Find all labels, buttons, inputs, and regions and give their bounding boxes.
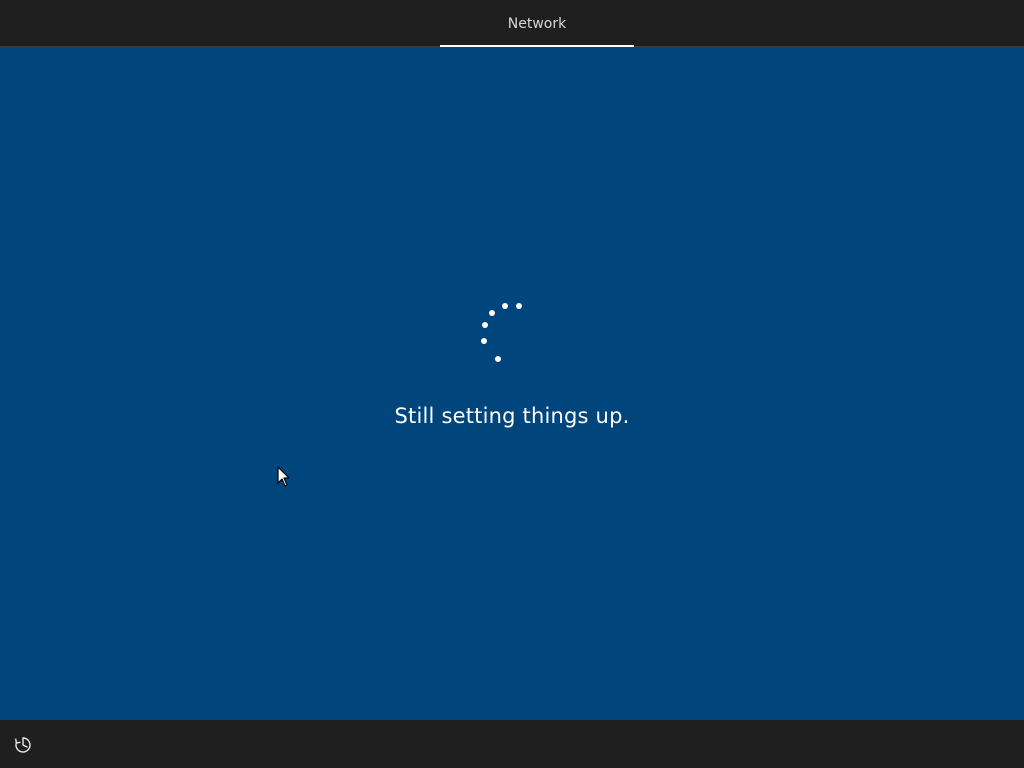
spinner-dot bbox=[482, 322, 488, 328]
active-step-indicator bbox=[440, 45, 634, 47]
spinner-dot bbox=[495, 356, 501, 362]
loading-spinner bbox=[481, 303, 522, 362]
spinner-dot bbox=[489, 310, 495, 316]
oobe-screen: Network Still setting things up. bbox=[0, 0, 1024, 768]
bottom-bar bbox=[0, 720, 1024, 768]
mouse-cursor-icon bbox=[277, 466, 290, 487]
spinner-dot bbox=[502, 303, 508, 309]
ease-of-access-icon[interactable] bbox=[12, 734, 34, 756]
step-network: Network bbox=[440, 0, 634, 47]
top-progress-bar: Network bbox=[0, 0, 1024, 47]
spinner-dot bbox=[516, 303, 522, 309]
spinner-dot bbox=[481, 338, 487, 344]
step-label: Network bbox=[507, 16, 567, 32]
status-message: Still setting things up. bbox=[394, 404, 630, 428]
